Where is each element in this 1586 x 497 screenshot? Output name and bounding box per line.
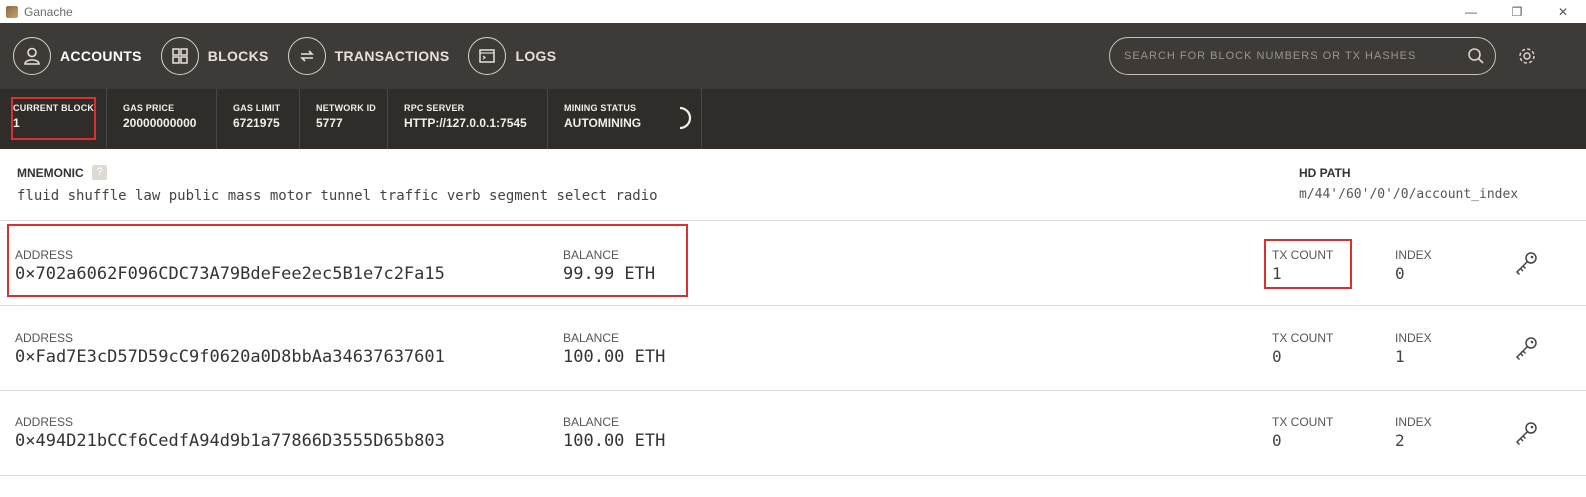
account-index: 0 [1395, 264, 1405, 283]
account-tx-count: 0 [1272, 347, 1282, 366]
nav-transactions[interactable]: TRANSACTIONS [287, 23, 450, 89]
network-id-stat: NETWORK ID 5777 [300, 89, 388, 149]
status-bar: CURRENT BLOCK 1 GAS PRICE 20000000000 GA… [0, 89, 1586, 149]
window-controls: — ❐ ✕ [1448, 0, 1586, 23]
window-title: Ganache [24, 4, 73, 19]
search-box [1109, 37, 1496, 75]
current-block-highlight [11, 97, 96, 140]
nav-blocks[interactable]: BLOCKS [160, 23, 269, 89]
account-icon [13, 37, 51, 75]
gear-icon[interactable] [1516, 45, 1538, 72]
address-balance-highlight [7, 224, 688, 297]
rpc-server-label: RPC SERVER [404, 103, 465, 113]
search-input[interactable] [1124, 50, 1454, 62]
network-id-value: 5777 [316, 116, 343, 130]
nav-transactions-label: TRANSACTIONS [334, 48, 450, 64]
balance-label: BALANCE [563, 331, 620, 345]
mnemonic-section: MNEMONIC ? fluid shuffle law public mass… [0, 149, 1586, 221]
hd-path-value: m/44'/60'/0'/0/account_index [1299, 187, 1519, 202]
account-tx-count: 0 [1272, 431, 1282, 450]
nav-logs[interactable]: LOGS [468, 23, 556, 89]
key-icon[interactable] [1513, 420, 1539, 451]
index-label: INDEX [1395, 331, 1432, 345]
gas-price-stat: GAS PRICE 20000000000 [107, 89, 217, 149]
mnemonic-label: MNEMONIC [17, 166, 84, 180]
network-id-label: NETWORK ID [316, 103, 376, 113]
top-navigation: ACCOUNTS BLOCKS TRANSACTIONS LOGS [0, 23, 1586, 89]
window-titlebar: Ganache — ❐ ✕ [0, 0, 1586, 23]
address-label: ADDRESS [15, 415, 74, 429]
hd-path-label: HD PATH [1299, 166, 1351, 180]
blocks-icon [160, 37, 199, 75]
restore-button[interactable]: ❐ [1494, 0, 1540, 23]
account-row: ADDRESS 0×Fad7E3cD57D59cC9f0620a0D8bbAa3… [0, 307, 1586, 391]
key-icon[interactable] [1513, 335, 1539, 366]
close-button[interactable]: ✕ [1540, 0, 1586, 23]
account-balance: 100.00 ETH [563, 431, 666, 451]
balance-label: BALANCE [563, 415, 620, 429]
mnemonic-value: fluid shuffle law public mass motor tunn… [17, 188, 658, 204]
search-icon[interactable] [1467, 47, 1485, 70]
index-label: INDEX [1395, 415, 1432, 429]
rpc-server-stat: RPC SERVER HTTP://127.0.0.1:7545 [388, 89, 548, 149]
transactions-icon [287, 37, 326, 75]
account-balance: 100.00 ETH [563, 347, 666, 367]
gas-limit-label: GAS LIMIT [233, 103, 281, 113]
mining-spinner-icon [679, 106, 692, 130]
gas-limit-value: 6721975 [233, 116, 280, 130]
nav-blocks-label: BLOCKS [207, 48, 269, 64]
gas-price-value: 20000000000 [123, 116, 197, 130]
ganache-app-icon [6, 5, 18, 18]
index-label: INDEX [1395, 248, 1432, 262]
minimize-button[interactable]: — [1448, 0, 1494, 23]
key-icon[interactable] [1513, 250, 1539, 281]
nav-accounts-label: ACCOUNTS [60, 48, 142, 64]
account-index: 1 [1395, 347, 1405, 366]
tx-count-highlight [1264, 239, 1352, 289]
address-label: ADDRESS [15, 331, 74, 345]
rpc-server-value: HTTP://127.0.0.1:7545 [404, 116, 527, 130]
account-row: ADDRESS 0×494D21bCCf6CedfA94d9b1a77866D3… [0, 392, 1586, 476]
gas-limit-stat: GAS LIMIT 6721975 [217, 89, 300, 149]
tx-count-label: TX COUNT [1272, 331, 1334, 345]
account-index: 2 [1395, 431, 1405, 450]
mnemonic-help-icon[interactable]: ? [92, 165, 107, 180]
gas-price-label: GAS PRICE [123, 103, 175, 113]
tx-count-label: TX COUNT [1272, 415, 1334, 429]
logs-icon [468, 37, 507, 75]
account-address[interactable]: 0×494D21bCCf6CedfA94d9b1a77866D3555D65b8… [15, 431, 445, 451]
account-address[interactable]: 0×Fad7E3cD57D59cC9f0620a0D8bbAa346376376… [15, 347, 445, 367]
nav-accounts[interactable]: ACCOUNTS [13, 23, 142, 89]
nav-logs-label: LOGS [515, 48, 557, 64]
